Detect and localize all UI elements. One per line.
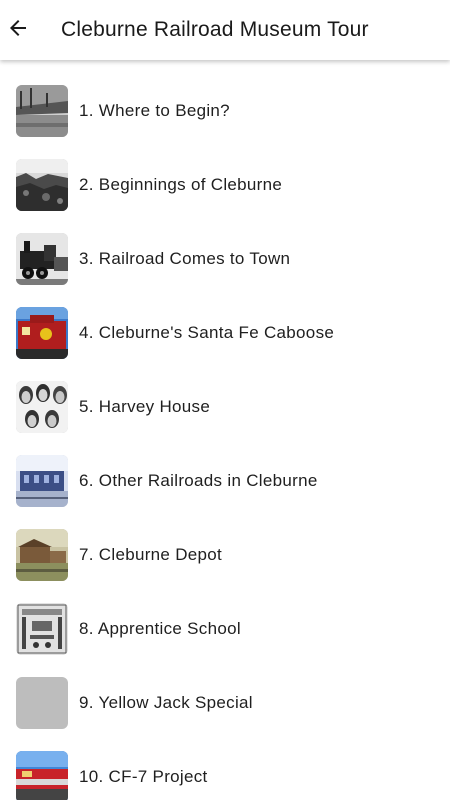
thumbnail-image <box>16 233 68 285</box>
tour-stop-list: 1. Where to Begin? 2. Beginnings of Cleb… <box>0 62 450 800</box>
tour-stop-label: 6. Other Railroads in Cleburne <box>79 471 318 490</box>
arrow-left-icon <box>6 16 30 45</box>
thumbnail-image <box>16 85 68 137</box>
tour-stop-5[interactable]: 5. Harvey House <box>0 370 450 444</box>
thumbnail-image <box>16 307 68 359</box>
tour-stop-label: 10. CF-7 Project <box>79 767 208 786</box>
tour-stop-3[interactable]: 3. Railroad Comes to Town <box>0 222 450 296</box>
thumbnail-image <box>16 529 68 581</box>
tour-stop-label: 9. Yellow Jack Special <box>79 693 253 712</box>
placeholder-image <box>16 677 68 729</box>
thumbnail-image <box>16 159 68 211</box>
page-title: Cleburne Railroad Museum Tour <box>61 18 369 41</box>
tour-stop-label: 5. Harvey House <box>79 397 211 416</box>
thumbnail-image <box>16 381 68 433</box>
tour-stop-label: 3. Railroad Comes to Town <box>79 249 291 268</box>
thumbnail-image <box>16 751 68 800</box>
tour-stop-label: 1. Where to Begin? <box>79 101 230 120</box>
tour-stop-2[interactable]: 2. Beginnings of Cleburne <box>0 148 450 222</box>
tour-stop-label: 4. Cleburne's Santa Fe Caboose <box>79 323 335 342</box>
tour-stop-9[interactable]: 9. Yellow Jack Special <box>0 666 450 740</box>
back-button[interactable] <box>0 12 36 48</box>
thumbnail-image <box>16 603 68 655</box>
tour-stop-7[interactable]: 7. Cleburne Depot <box>0 518 450 592</box>
tour-stop-1[interactable]: 1. Where to Begin? <box>0 74 450 148</box>
thumbnail-image <box>16 455 68 507</box>
tour-stop-label: 8. Apprentice School <box>79 619 241 638</box>
tour-stop-10[interactable]: 10. CF-7 Project <box>0 740 450 800</box>
tour-stop-label: 7. Cleburne Depot <box>79 545 223 564</box>
tour-stop-8[interactable]: 8. Apprentice School <box>0 592 450 666</box>
tour-stop-label: 2. Beginnings of Cleburne <box>79 175 283 194</box>
tour-stop-4[interactable]: 4. Cleburne's Santa Fe Caboose <box>0 296 450 370</box>
tour-stop-6[interactable]: 6. Other Railroads in Cleburne <box>0 444 450 518</box>
app-bar: Cleburne Railroad Museum Tour <box>0 0 450 60</box>
